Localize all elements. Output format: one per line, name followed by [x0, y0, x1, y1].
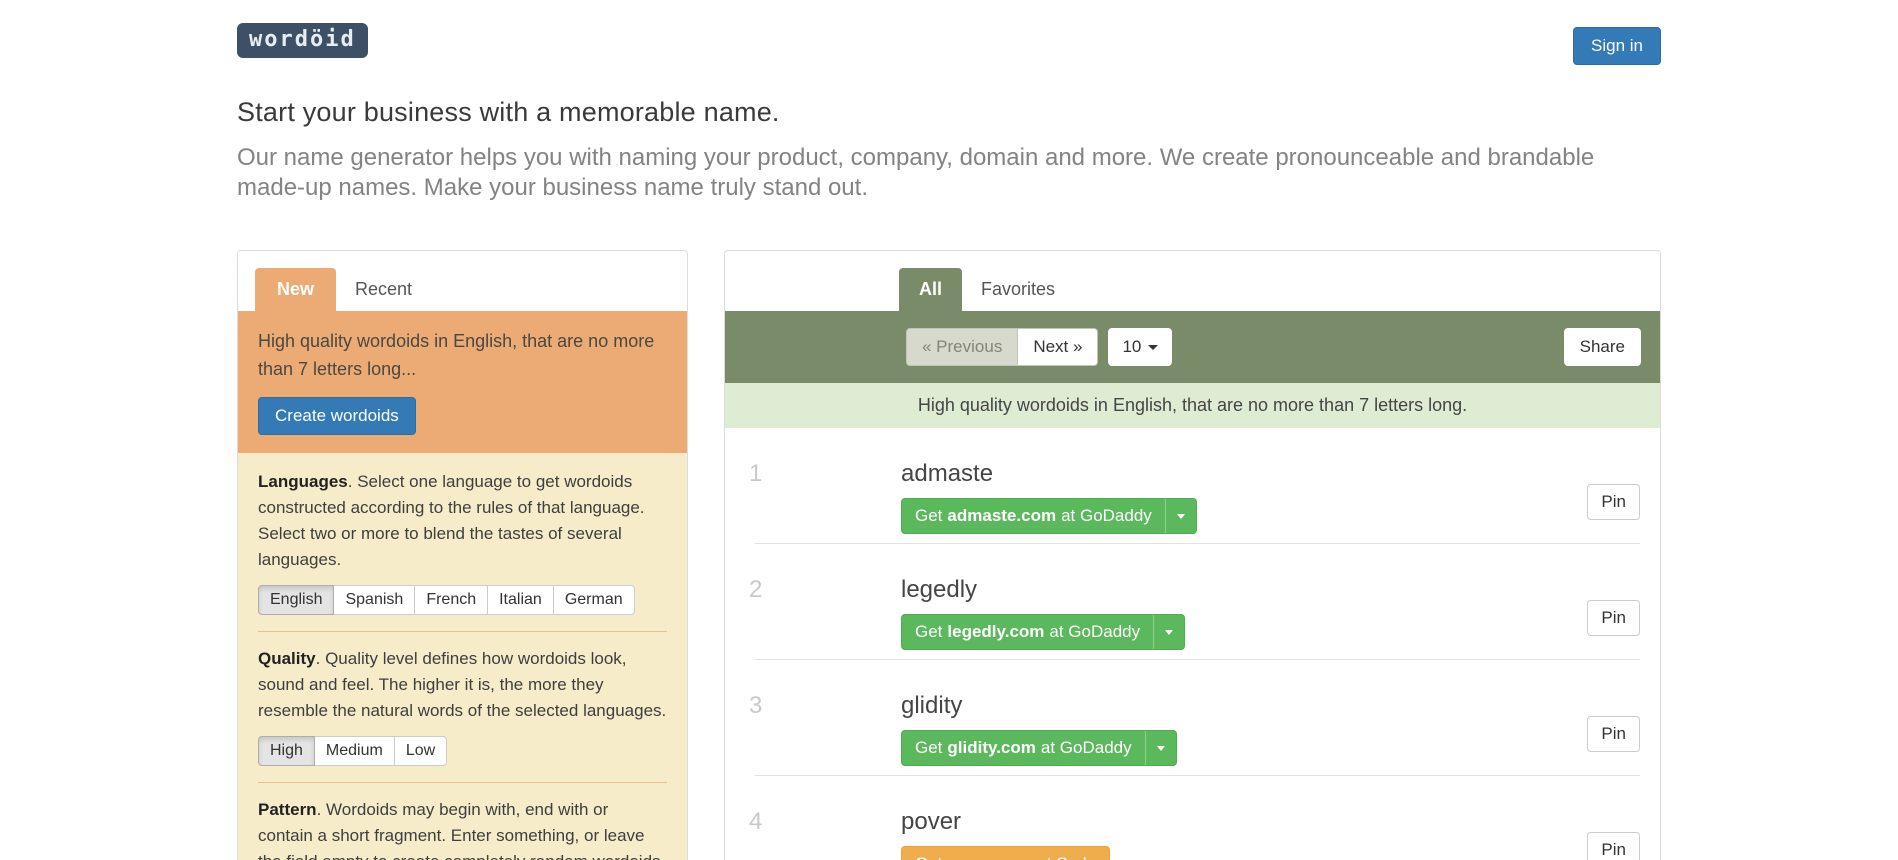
main-columns: New Recent High quality wordoids in Engl…: [237, 250, 1661, 860]
pin-button[interactable]: Pin: [1587, 716, 1640, 752]
pattern-description: Pattern. Wordoids may begin with, end wi…: [258, 797, 667, 860]
language-option-german[interactable]: German: [554, 585, 635, 615]
get-suffix: at Sedo: [1037, 854, 1096, 860]
generator-tabs: New Recent: [238, 251, 687, 311]
get-prefix: Get: [915, 506, 942, 526]
results-toolbar: « Previous Next » 10 Share: [725, 311, 1660, 383]
language-option-spanish[interactable]: Spanish: [334, 585, 415, 615]
row-number: 3: [725, 692, 901, 766]
quality-option-low[interactable]: Low: [395, 736, 447, 766]
chevron-down-icon: [1157, 746, 1165, 751]
pin-button[interactable]: Pin: [1587, 484, 1640, 520]
tab-favorites[interactable]: Favorites: [962, 268, 1074, 311]
hero-section: Start your business with a memorable nam…: [237, 97, 1661, 203]
languages-label: Languages: [258, 472, 348, 491]
pattern-label: Pattern: [258, 800, 317, 819]
pagination-group: « Previous Next »: [906, 328, 1098, 366]
domain-options-caret[interactable]: [1145, 731, 1176, 765]
page-subtitle: Our name generator helps you with naming…: [237, 143, 1637, 203]
domain-options-caret[interactable]: [1153, 615, 1184, 649]
get-prefix: Get: [915, 622, 942, 642]
tab-all[interactable]: All: [899, 268, 962, 311]
generator-panel: New Recent High quality wordoids in Engl…: [237, 250, 688, 860]
page-size-value: 10: [1122, 337, 1141, 357]
results-tabs: All Favorites: [725, 251, 1660, 311]
language-options: English Spanish French Italian German: [258, 585, 635, 615]
domain-options-caret[interactable]: [1165, 499, 1196, 533]
domain-name: legedly.com: [947, 622, 1044, 642]
languages-section: Languages. Select one language to get wo…: [258, 469, 667, 615]
domain-name: admaste.com: [947, 506, 1056, 526]
wordoid-row: 1 admaste Getadmaste.comat GoDaddy Pin: [725, 428, 1660, 544]
get-suffix: at GoDaddy: [1049, 622, 1140, 642]
generator-summary-box: High quality wordoids in English, that a…: [238, 311, 687, 453]
page-container: wordöid Sign in Start your business with…: [237, 0, 1661, 860]
pin-button[interactable]: Pin: [1587, 832, 1640, 860]
chevron-down-icon: [1148, 345, 1158, 350]
tab-new[interactable]: New: [255, 268, 336, 311]
wordoid-logo[interactable]: wordöid: [237, 23, 368, 58]
sign-in-button[interactable]: Sign in: [1573, 27, 1661, 65]
page-title: Start your business with a memorable nam…: [237, 97, 1661, 128]
quality-option-high[interactable]: High: [258, 736, 315, 766]
tab-recent[interactable]: Recent: [336, 268, 431, 311]
get-domain-button[interactable]: Getglidity.com at GoDaddy: [901, 730, 1177, 766]
wordoid-list: 1 admaste Getadmaste.comat GoDaddy Pin: [725, 428, 1660, 860]
languages-description: Languages. Select one language to get wo…: [258, 469, 667, 573]
chevron-down-icon: [1165, 630, 1173, 635]
domain-name: glidity.com: [947, 738, 1035, 758]
language-option-english[interactable]: English: [258, 585, 334, 615]
get-prefix: Get: [915, 738, 942, 758]
wordoid-name[interactable]: glidity: [901, 692, 1177, 720]
quality-label: Quality: [258, 649, 316, 668]
get-suffix: at GoDaddy: [1061, 506, 1152, 526]
pattern-section: Pattern. Wordoids may begin with, end wi…: [258, 797, 667, 860]
filter-notice: High quality wordoids in English, that a…: [725, 383, 1660, 428]
get-domain-button[interactable]: Getadmaste.comat GoDaddy: [901, 498, 1197, 534]
quality-section: Quality. Quality level defines how wordo…: [258, 646, 667, 766]
previous-page-button[interactable]: « Previous: [906, 328, 1018, 366]
results-panel: All Favorites « Previous Next » 10 Share…: [724, 250, 1661, 860]
get-prefix: Get: [915, 854, 942, 860]
generator-summary-text: High quality wordoids in English, that a…: [258, 327, 667, 383]
quality-description: Quality. Quality level defines how wordo…: [258, 646, 667, 724]
wordoid-row: 3 glidity Getglidity.com at GoDaddy Pin: [725, 660, 1660, 776]
row-number: 4: [725, 808, 901, 860]
get-domain-button[interactable]: Get pover.com at Sedo: [901, 846, 1110, 860]
get-suffix: at GoDaddy: [1041, 738, 1132, 758]
page-size-dropdown[interactable]: 10: [1108, 328, 1172, 366]
next-page-button[interactable]: Next »: [1018, 328, 1098, 366]
quality-option-medium[interactable]: Medium: [315, 736, 395, 766]
language-option-italian[interactable]: Italian: [488, 585, 554, 615]
quality-description-text: . Quality level defines how wordoids loo…: [258, 649, 666, 720]
domain-name: pover.com: [947, 854, 1032, 860]
share-button[interactable]: Share: [1564, 328, 1641, 366]
quality-options: High Medium Low: [258, 736, 447, 766]
get-domain-button[interactable]: Getlegedly.comat GoDaddy: [901, 614, 1185, 650]
section-divider: [258, 631, 667, 632]
pin-button[interactable]: Pin: [1587, 600, 1640, 636]
generator-settings: Languages. Select one language to get wo…: [238, 453, 687, 860]
language-option-french[interactable]: French: [415, 585, 488, 615]
wordoid-row: 4 pover Get pover.com at Sedo Pin: [725, 776, 1660, 860]
create-wordoids-button[interactable]: Create wordoids: [258, 397, 416, 435]
row-number: 1: [725, 460, 901, 534]
wordoid-row: 2 legedly Getlegedly.comat GoDaddy Pin: [725, 544, 1660, 660]
top-bar: wordöid Sign in: [237, 0, 1661, 65]
chevron-down-icon: [1177, 514, 1185, 519]
wordoid-name[interactable]: admaste: [901, 460, 1197, 488]
row-number: 2: [725, 576, 901, 650]
pattern-description-text: . Wordoids may begin with, end with or c…: [258, 800, 665, 860]
wordoid-name[interactable]: pover: [901, 808, 1110, 836]
wordoid-name[interactable]: legedly: [901, 576, 1185, 604]
section-divider: [258, 782, 667, 783]
